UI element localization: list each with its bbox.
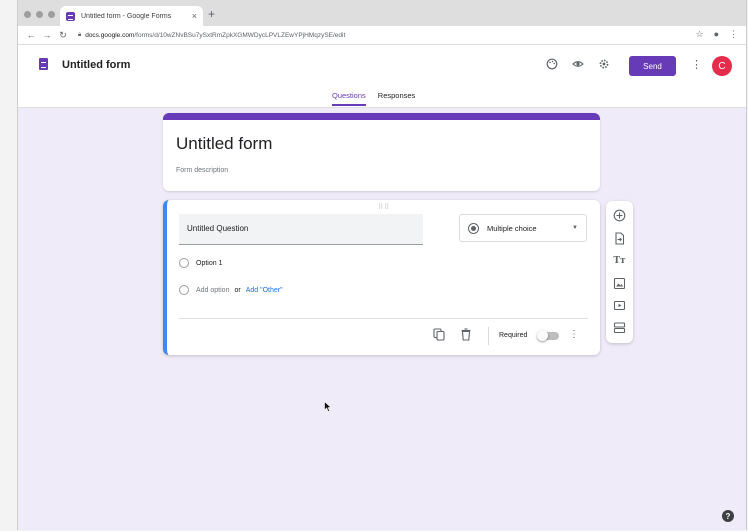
tab-responses[interactable]: Responses: [378, 91, 416, 106]
minimize-window-button[interactable]: [36, 11, 43, 18]
import-questions-icon[interactable]: [613, 232, 626, 245]
maximize-window-button[interactable]: [48, 11, 55, 18]
question-footer: Required ⋮: [167, 326, 600, 346]
url-domain: docs.google.com: [85, 31, 135, 39]
browser-tab-title: Untitled form - Google Forms: [81, 12, 172, 20]
form-tabs: Questions Responses: [332, 91, 415, 106]
close-tab-icon[interactable]: ×: [192, 11, 197, 21]
send-button[interactable]: Send: [629, 56, 676, 76]
option-label[interactable]: Option 1: [196, 260, 222, 267]
form-description-input[interactable]: Form description: [176, 167, 228, 174]
add-option-button[interactable]: Add option: [196, 287, 229, 294]
forms-logo-icon[interactable]: [39, 58, 48, 70]
question-more-icon[interactable]: ⋮: [569, 329, 579, 340]
preview-eye-icon[interactable]: [572, 58, 584, 70]
browser-menu-icon[interactable]: ⋮: [729, 29, 738, 40]
forward-arrow-icon[interactable]: →: [40, 30, 54, 40]
question-card[interactable]: ⠿⠿ Untitled Question Multiple choice ▼ O…: [163, 200, 600, 355]
tab-questions[interactable]: Questions: [332, 91, 366, 106]
trash-icon[interactable]: [460, 328, 472, 341]
address-bar[interactable]: 🔒︎ docs.google.com/forms/d/10wZNvBSu7ySx…: [78, 32, 345, 39]
option-radio-icon: [179, 258, 189, 268]
option-row[interactable]: Option 1: [179, 258, 222, 268]
question-type-dropdown[interactable]: Multiple choice ▼: [459, 214, 587, 242]
caret-down-icon: ▼: [572, 225, 578, 231]
required-label: Required: [499, 332, 528, 339]
add-section-icon[interactable]: [613, 321, 626, 334]
add-video-icon[interactable]: [613, 299, 626, 312]
option-radio-icon: [179, 285, 189, 295]
divider: [179, 318, 588, 319]
new-tab-button[interactable]: +: [208, 8, 215, 20]
add-title-icon[interactable]: Tт: [613, 254, 626, 267]
document-title[interactable]: Untitled form: [62, 59, 130, 71]
toggle-knob: [537, 330, 548, 341]
required-toggle[interactable]: [537, 330, 559, 341]
add-question-icon[interactable]: [613, 209, 626, 222]
add-option-row: Add option or Add "Other": [179, 285, 283, 295]
help-button[interactable]: ?: [722, 510, 734, 522]
side-toolbar: Tт: [606, 201, 633, 343]
more-options-icon[interactable]: ⋮: [691, 58, 702, 71]
bookmark-star-icon[interactable]: ☆: [695, 29, 703, 40]
browser-tabstrip: Untitled form - Google Forms × +: [18, 0, 746, 26]
question-title-input[interactable]: Untitled Question: [179, 214, 423, 245]
add-image-icon[interactable]: [613, 277, 626, 290]
reload-icon[interactable]: ↻: [56, 30, 70, 41]
footer-divider: [488, 327, 489, 345]
forms-favicon-icon: [66, 11, 75, 21]
form-title-input[interactable]: Untitled form: [176, 134, 272, 154]
palette-icon[interactable]: [546, 58, 558, 70]
back-arrow-icon[interactable]: ←: [24, 30, 38, 40]
header-icons: [546, 58, 610, 70]
browser-tab[interactable]: Untitled form - Google Forms ×: [60, 6, 203, 26]
account-avatar[interactable]: C: [712, 56, 732, 76]
profile-icon[interactable]: ●: [714, 29, 719, 40]
close-window-button[interactable]: [24, 11, 31, 18]
duplicate-icon[interactable]: [433, 328, 445, 341]
or-text: or: [234, 286, 241, 294]
url-path: /forms/d/10wZNvBSu7ySxtRmZpkXGMWDycLPVLZ…: [134, 31, 346, 39]
forms-header: Untitled form Send ⋮ C Questions Respons…: [18, 45, 746, 108]
radio-button-icon: [468, 222, 479, 234]
lock-icon: 🔒︎: [78, 31, 82, 38]
mouse-cursor-icon: [324, 401, 332, 412]
add-other-link[interactable]: Add "Other": [246, 287, 283, 294]
question-type-label: Multiple choice: [487, 223, 537, 233]
drag-handle-icon[interactable]: ⠿⠿: [378, 203, 390, 211]
browser-actions: ☆ ● ⋮: [695, 29, 738, 40]
settings-gear-icon[interactable]: [598, 58, 610, 70]
browser-toolbar: ← → ↻ 🔒︎ docs.google.com/forms/d/10wZNvB…: [18, 26, 746, 45]
form-title-card: Untitled form Form description: [163, 113, 600, 191]
browser-window: Untitled form - Google Forms × + ← → ↻ 🔒…: [17, 0, 747, 530]
window-controls: [24, 11, 55, 18]
